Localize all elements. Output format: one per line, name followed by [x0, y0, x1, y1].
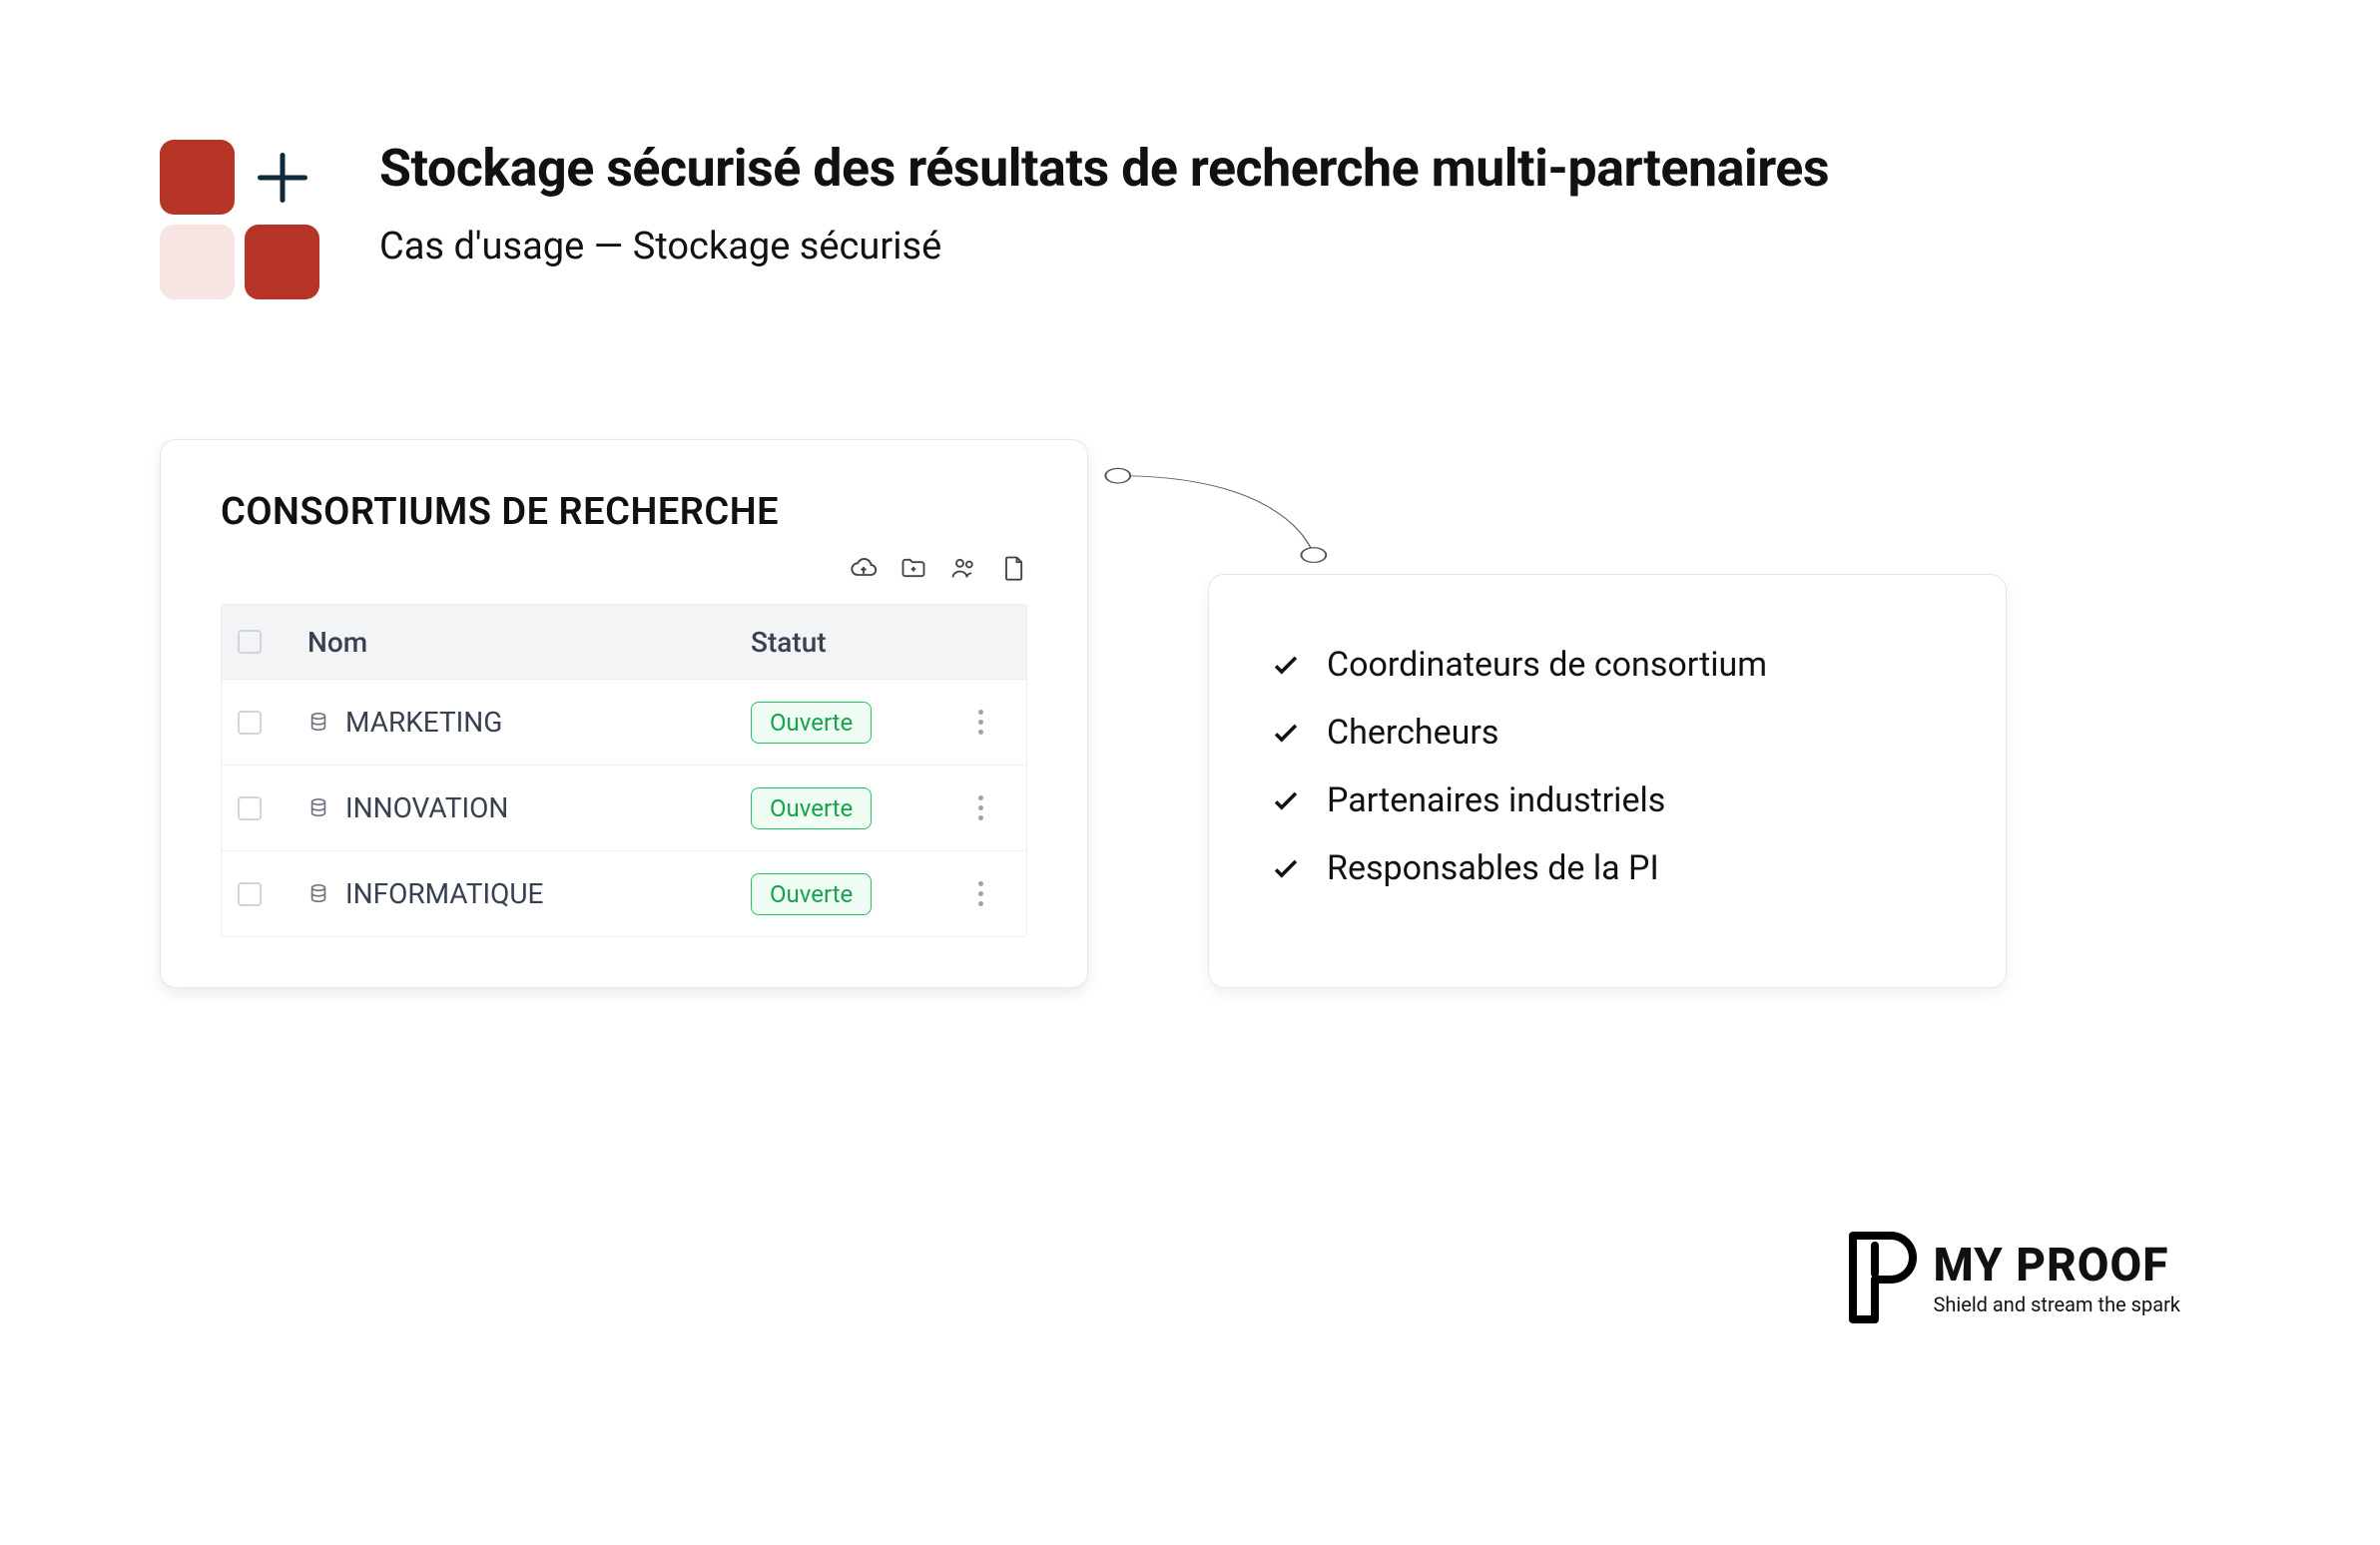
table-row[interactable]: INFORMATIQUE Ouverte — [222, 850, 1026, 936]
database-icon — [307, 883, 329, 905]
row-name: INNOVATION — [345, 791, 508, 824]
brand-mark-icon — [1841, 1230, 1919, 1325]
benefit-label: Partenaires industriels — [1327, 780, 1665, 820]
folder-plus-icon[interactable] — [899, 554, 927, 586]
check-icon — [1269, 783, 1303, 817]
cloud-upload-icon[interactable] — [850, 554, 878, 586]
logo-square-4 — [245, 225, 319, 299]
logo-square-plus — [245, 140, 319, 215]
row-checkbox[interactable] — [238, 796, 262, 820]
row-name: MARKETING — [345, 706, 502, 739]
table-row[interactable]: INNOVATION Ouverte — [222, 765, 1026, 850]
column-name: Nom — [307, 626, 751, 659]
row-actions-menu[interactable] — [950, 710, 1010, 735]
card-title: CONSORTIUMS DE RECHERCHE — [221, 490, 1027, 534]
benefits-card: Coordinateurs de consortium Chercheurs P… — [1208, 574, 2007, 988]
brand-tagline: Shield and stream the spark — [1933, 1292, 2180, 1316]
benefit-item: Chercheurs — [1269, 713, 1946, 753]
benefit-item: Responsables de la PI — [1269, 848, 1946, 888]
brand-name: MY PROOF — [1933, 1239, 2180, 1292]
row-checkbox[interactable] — [238, 711, 262, 735]
table-row[interactable]: MARKETING Ouverte — [222, 679, 1026, 765]
table-header: Nom Statut — [222, 605, 1026, 679]
brand-logo: MY PROOF Shield and stream the spark — [1841, 1230, 2180, 1325]
benefit-label: Responsables de la PI — [1327, 848, 1659, 888]
database-icon — [307, 712, 329, 734]
plus-icon — [253, 148, 312, 208]
row-checkbox[interactable] — [238, 882, 262, 906]
logo-square-1 — [160, 140, 235, 215]
benefit-label: Chercheurs — [1327, 713, 1498, 753]
row-actions-menu[interactable] — [950, 881, 1010, 906]
row-name: INFORMATIQUE — [345, 877, 543, 910]
page-header: Stockage sécurisé des résultats de reche… — [160, 140, 2220, 299]
status-badge: Ouverte — [751, 873, 872, 915]
card-toolbar — [221, 554, 1027, 586]
check-icon — [1269, 851, 1303, 885]
benefit-item: Partenaires industriels — [1269, 780, 1946, 820]
check-icon — [1269, 716, 1303, 750]
status-badge: Ouverte — [751, 787, 872, 829]
benefit-item: Coordinateurs de consortium — [1269, 645, 1946, 685]
column-status: Statut — [751, 626, 950, 659]
row-actions-menu[interactable] — [950, 795, 1010, 820]
status-badge: Ouverte — [751, 702, 872, 744]
consortiums-card: CONSORTIUMS DE RECHERCHE Nom — [160, 439, 1088, 988]
users-icon[interactable] — [949, 554, 977, 586]
benefit-label: Coordinateurs de consortium — [1327, 645, 1767, 685]
document-icon[interactable] — [999, 554, 1027, 586]
select-all-checkbox[interactable] — [238, 630, 262, 654]
logo-square-3 — [160, 225, 235, 299]
database-icon — [307, 797, 329, 819]
check-icon — [1269, 648, 1303, 682]
app-logo — [160, 140, 319, 299]
page-subtitle: Cas d'usage — Stockage sécurisé — [379, 225, 1829, 268]
page-title: Stockage sécurisé des résultats de reche… — [379, 140, 1829, 197]
consortiums-table: Nom Statut MARKETING Ouverte — [221, 604, 1027, 937]
